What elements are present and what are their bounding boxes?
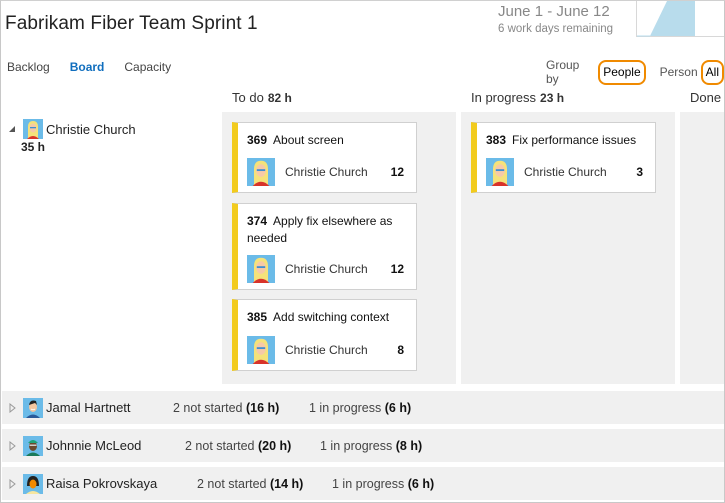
christie-avatar-icon xyxy=(247,158,275,186)
person-group-row[interactable]: Raisa Pokrovskaya 2 not started (14 h) 1… xyxy=(2,467,724,500)
in-progress-hours: (6 h) xyxy=(407,476,435,491)
card-assignee[interactable]: Christie Church xyxy=(285,343,397,357)
sprint-board-page: Fabrikam Fiber Team Sprint 1 June 1 - Ju… xyxy=(0,0,725,503)
column-header-done: Done xyxy=(690,90,721,105)
card-footer: Christie Church 12 xyxy=(247,255,404,283)
column-name: To do xyxy=(232,90,264,105)
person-group-row[interactable]: Johnnie McLeod 2 not started (20 h) 1 in… xyxy=(2,429,724,462)
burndown-chart-graphic xyxy=(637,1,695,37)
christie-avatar-icon xyxy=(247,255,275,283)
not-started-hours: (14 h) xyxy=(269,476,304,491)
card-id: 383 xyxy=(486,133,507,147)
card-title: 385 Add switching context xyxy=(247,309,410,326)
expand-icon[interactable] xyxy=(9,402,17,413)
christie-avatar-icon xyxy=(23,119,43,139)
tab-backlog[interactable]: Backlog xyxy=(7,60,50,74)
card-remaining-work[interactable]: 8 xyxy=(397,343,404,357)
raisa-avatar-icon xyxy=(23,473,43,494)
in-progress-count: 1 in progress xyxy=(309,400,382,415)
not-started-summary: 2 not started (20 h) xyxy=(185,439,291,453)
card-footer: Christie Church 12 xyxy=(247,158,404,186)
burndown-mini-chart[interactable] xyxy=(636,1,724,37)
card-remaining-work[interactable]: 3 xyxy=(636,165,643,179)
in-progress-summary: 1 in progress (6 h) xyxy=(332,477,434,491)
column-header-in-progress: In progress 23 h xyxy=(471,90,564,105)
column-header-todo: To do 82 h xyxy=(232,90,292,105)
card-assignee[interactable]: Christie Church xyxy=(285,262,391,276)
in-progress-summary: 1 in progress (8 h) xyxy=(320,439,422,453)
not-started-count: 2 not started xyxy=(173,400,243,415)
not-started-hours: (16 h) xyxy=(245,400,280,415)
column-name: In progress xyxy=(471,90,537,105)
person-name: Johnnie McLeod xyxy=(46,438,142,453)
jamal-avatar-icon xyxy=(23,397,43,418)
not-started-summary: 2 not started (14 h) xyxy=(197,477,303,491)
card-name: Fix performance issues xyxy=(512,133,637,147)
card-title: 374 Apply fix elsewhere as needed xyxy=(247,213,410,247)
johnnie-avatar-icon xyxy=(23,435,43,456)
card-id: 385 xyxy=(247,310,268,324)
card-assignee[interactable]: Christie Church xyxy=(524,165,636,179)
card-id: 374 xyxy=(247,214,268,228)
card-name: About screen xyxy=(273,133,344,147)
work-days-remaining: 6 work days remaining xyxy=(498,23,614,35)
person-filter-label: Person xyxy=(659,65,698,79)
collapse-icon[interactable] xyxy=(9,126,15,132)
column-hours: 23 h xyxy=(540,91,565,105)
tab-capacity[interactable]: Capacity xyxy=(124,60,171,74)
not-started-count: 2 not started xyxy=(197,476,267,491)
card-footer: Christie Church 8 xyxy=(247,336,404,364)
card-name: Apply fix elsewhere as needed xyxy=(247,214,393,245)
in-progress-summary: 1 in progress (6 h) xyxy=(309,401,411,415)
sprint-date-range: June 1 - June 12 xyxy=(498,3,610,20)
view-tabs: Backlog Board Capacity xyxy=(7,60,191,74)
card-remaining-work[interactable]: 12 xyxy=(391,165,404,179)
card-footer: Christie Church 3 xyxy=(486,158,643,186)
group-by-label: Group by xyxy=(546,58,580,86)
person-name: Raisa Pokrovskaya xyxy=(46,476,158,491)
task-card[interactable]: 385 Add switching context Christie Church… xyxy=(232,299,417,371)
page-title: Fabrikam Fiber Team Sprint 1 xyxy=(5,13,258,34)
group-by-dropdown[interactable]: People xyxy=(598,59,646,85)
tab-board[interactable]: Board xyxy=(70,60,105,74)
card-name: Add switching context xyxy=(273,310,390,324)
card-assignee[interactable]: Christie Church xyxy=(285,165,391,179)
christie-avatar-icon xyxy=(247,336,275,364)
in-progress-count: 1 in progress xyxy=(320,438,393,453)
person-group-header[interactable]: Christie Church xyxy=(9,119,136,139)
lane-done xyxy=(680,112,724,384)
not-started-count: 2 not started xyxy=(185,438,255,453)
person-group-row[interactable]: Jamal Hartnett 2 not started (16 h) 1 in… xyxy=(2,391,724,424)
christie-avatar-icon xyxy=(486,158,514,186)
task-card[interactable]: 369 About screen Christie Church 12 xyxy=(232,122,417,193)
person-total-hours: 35 h xyxy=(21,140,46,154)
person-name: Christie Church xyxy=(46,121,136,137)
burndown-area xyxy=(637,1,695,36)
person-name: Jamal Hartnett xyxy=(46,400,131,415)
card-title: 369 About screen xyxy=(247,132,410,149)
card-remaining-work[interactable]: 12 xyxy=(391,262,404,276)
expand-icon[interactable] xyxy=(9,440,17,451)
card-title: 383 Fix performance issues xyxy=(486,132,649,149)
in-progress-hours: (8 h) xyxy=(395,438,423,453)
card-id: 369 xyxy=(247,133,268,147)
board-filters: Group by People Person All xyxy=(546,58,724,86)
in-progress-hours: (6 h) xyxy=(384,400,412,415)
expand-icon[interactable] xyxy=(9,478,17,489)
column-name: Done xyxy=(690,90,722,105)
task-card[interactable]: 374 Apply fix elsewhere as needed Christi… xyxy=(232,203,417,290)
not-started-summary: 2 not started (16 h) xyxy=(173,401,279,415)
task-card[interactable]: 383 Fix performance issues Christie Churc… xyxy=(471,122,656,193)
column-hours: 82 h xyxy=(267,91,292,105)
person-filter-dropdown[interactable]: All xyxy=(700,59,724,85)
not-started-hours: (20 h) xyxy=(257,438,292,453)
in-progress-count: 1 in progress xyxy=(332,476,405,491)
